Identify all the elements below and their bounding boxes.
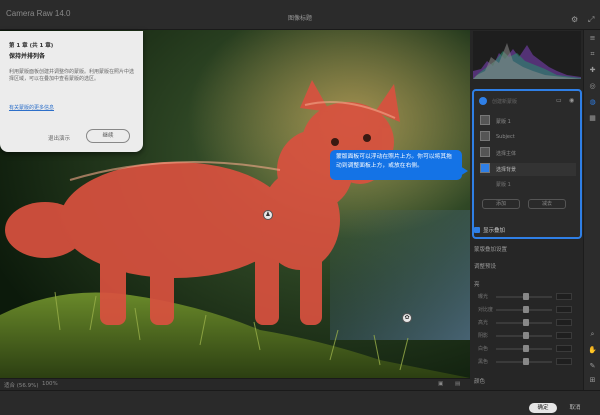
tour-step: 第 1 章 (共 1 章)	[9, 43, 54, 49]
tour-more-link[interactable]: 有关蒙版的更多信息	[9, 104, 54, 111]
slider-knob[interactable]	[523, 319, 529, 326]
callout-tooltip: 蒙版面板可以浮动在照片上方。你可以将其拖动到调整面板上方，或放在右侧。	[330, 150, 462, 180]
overlay-settings-section[interactable]: 蒙版叠加设置	[474, 245, 578, 253]
mask-pin-2[interactable]: ✿	[402, 313, 412, 323]
histogram	[473, 31, 581, 79]
grid-icon[interactable]: ⊞	[588, 376, 597, 385]
cancel-button[interactable]: 取消	[565, 403, 585, 413]
presets-icon[interactable]: ▦	[588, 114, 597, 123]
color-section[interactable]: 颜色	[474, 377, 578, 385]
tour-title: 保持并排列各	[9, 53, 46, 60]
slider-blacks[interactable]: 黑色	[478, 358, 576, 368]
sampler-icon[interactable]: ✎	[588, 362, 597, 371]
gear-icon[interactable]: ⚙	[571, 15, 578, 24]
slider-value[interactable]	[556, 293, 572, 300]
slider-contrast[interactable]: 对比度	[478, 306, 576, 316]
status-bar: 适合 (56.9%) 100% ▣ ▤	[0, 378, 470, 390]
slider-shadows[interactable]: 阴影	[478, 332, 576, 342]
zoom-select[interactable]: 100%	[42, 381, 58, 387]
eye-icon[interactable]: ◉	[569, 97, 574, 104]
zoom-icon[interactable]: ⌕	[588, 330, 597, 339]
add-button[interactable]: 添加	[482, 199, 520, 209]
redeye-icon[interactable]: ◎	[588, 82, 597, 91]
slider-knob[interactable]	[523, 332, 529, 339]
slider-highlights[interactable]: 高光	[478, 319, 576, 329]
slider-whites[interactable]: 白色	[478, 345, 576, 355]
slider-knob[interactable]	[523, 345, 529, 352]
mask-item-selected[interactable]: 选择背景	[480, 163, 576, 176]
mask-thumb	[480, 115, 490, 125]
mask-pin[interactable]: ♟	[263, 210, 273, 220]
hand-icon[interactable]: ✋	[588, 346, 597, 355]
right-toolbar: ≡ ⌗ ✚ ◎ ◍ ▦ ⌕ ✋ ✎ ⊞	[583, 30, 600, 390]
mask-panel-header: 创建新蒙版	[492, 99, 518, 105]
slider-value[interactable]	[556, 345, 572, 352]
collapse-icon[interactable]: ▭	[556, 97, 562, 104]
slider-value[interactable]	[556, 332, 572, 339]
light-section[interactable]: 亮	[474, 280, 578, 288]
slider-knob[interactable]	[523, 293, 529, 300]
mask-thumb	[480, 131, 490, 141]
mask-icon[interactable]: ◍	[588, 98, 597, 107]
tutorial-card: 第 1 章 (共 1 章) 保持并排列各 利用蒙版面板创建并调整你的蒙版。利用蒙…	[0, 31, 143, 152]
tour-next-button[interactable]: 继续	[86, 129, 130, 143]
tour-body: 利用蒙版面板创建并调整你的蒙版。利用蒙版在照片中选择区域，可以在叠加中查看蒙版的…	[9, 69, 135, 82]
action-bar: 确定 取消	[0, 390, 600, 415]
title-bar: Camera Raw 14.0 图像标题 ⚙ ⤢	[0, 0, 600, 30]
slider-exposure[interactable]: 曝光	[478, 293, 576, 303]
fit-info[interactable]: 适合 (56.9%)	[4, 381, 39, 389]
heal-icon[interactable]: ✚	[588, 66, 597, 75]
slider-value[interactable]	[556, 319, 572, 326]
mask-item[interactable]: 蒙版 1	[480, 115, 576, 128]
checkbox-icon[interactable]	[474, 227, 480, 233]
file-name: 图像标题	[287, 15, 312, 22]
masks-panel[interactable]: 创建新蒙版 ▭ ◉ 蒙版 1 Subject 选择主体 选择背景 蒙版 1 添加…	[472, 89, 582, 239]
compare-icon[interactable]: ▣	[438, 381, 443, 387]
mask-thumb	[480, 163, 490, 173]
subtract-button[interactable]: 减去	[528, 199, 566, 209]
callout-arrow	[460, 166, 468, 176]
slider-value[interactable]	[556, 306, 572, 313]
ok-button[interactable]: 确定	[529, 403, 557, 413]
add-mask-icon[interactable]	[479, 97, 487, 105]
view-icon[interactable]: ▤	[455, 381, 460, 387]
edit-icon[interactable]: ≡	[588, 34, 597, 43]
mask-item[interactable]: 选择主体	[480, 147, 576, 160]
slider-knob[interactable]	[523, 358, 529, 365]
expand-icon[interactable]: ⤢	[588, 15, 594, 25]
sub-mask-label: 蒙版 1	[496, 182, 511, 188]
crop-icon[interactable]: ⌗	[588, 50, 597, 59]
slider-value[interactable]	[556, 358, 572, 365]
mask-thumb	[480, 147, 490, 157]
tour-exit-button[interactable]: 退出演示	[48, 134, 70, 142]
preset-dropdown[interactable]: 调整预设	[474, 262, 578, 270]
mask-item[interactable]: Subject	[480, 131, 576, 144]
show-overlay-checkbox[interactable]: 显示叠加	[474, 226, 574, 236]
slider-knob[interactable]	[523, 306, 529, 313]
